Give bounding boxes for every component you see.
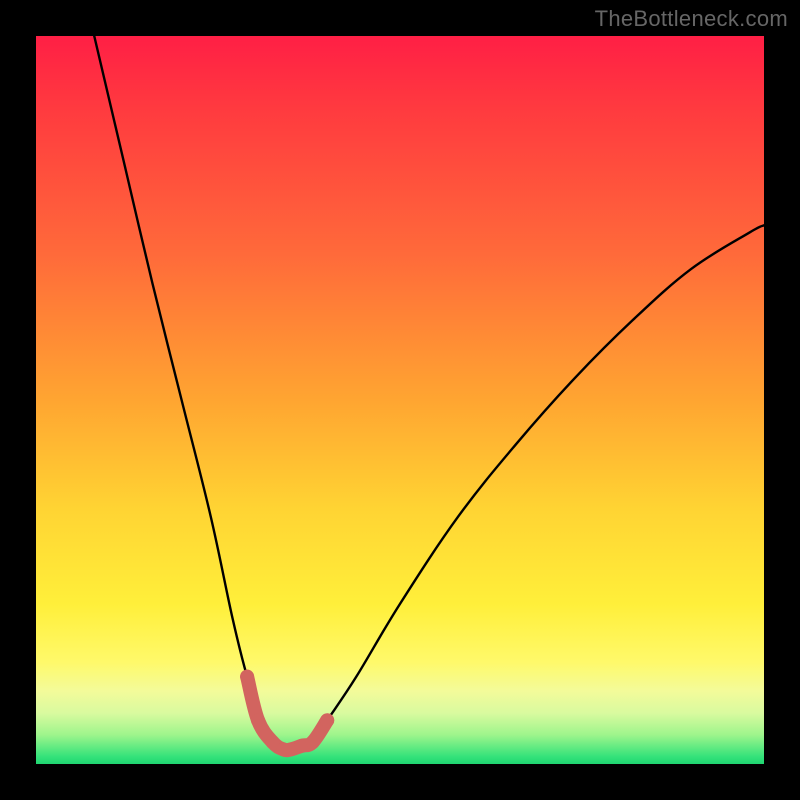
min-marker-dot [251, 713, 265, 727]
bottleneck-curve [94, 36, 764, 750]
watermark-text: TheBottleneck.com [595, 6, 788, 32]
chart-root: TheBottleneck.com [0, 0, 800, 800]
plot-area [36, 36, 764, 764]
min-marker-dot [320, 713, 334, 727]
min-marker-dot [306, 735, 320, 749]
min-marker-dot [240, 670, 254, 684]
curve-svg [36, 36, 764, 764]
